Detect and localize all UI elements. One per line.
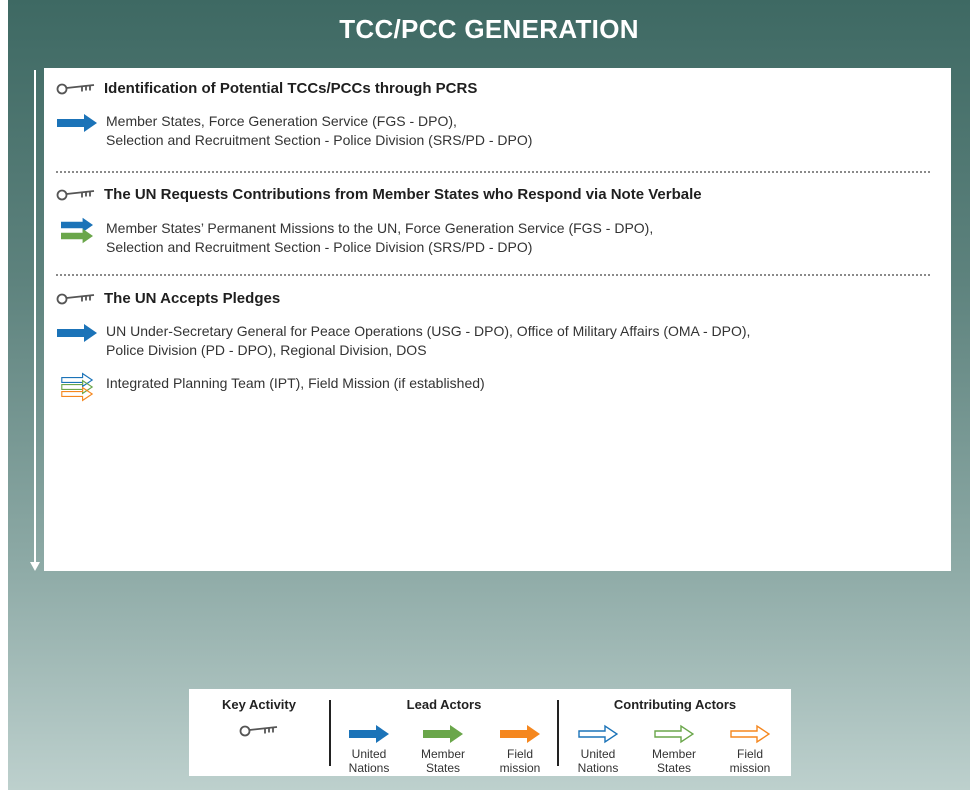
page-title: TCC/PCC GENERATION <box>339 14 639 44</box>
united-nations-contributing-arrow-icon <box>578 725 618 743</box>
legend-lead-member-states: Member States <box>410 723 476 775</box>
actor-text: Member States, Force Generation Service … <box>106 113 533 148</box>
section-divider <box>56 171 930 173</box>
actor-text: Member States’ Permanent Missions to the… <box>106 220 654 255</box>
legend: Key Activity Lead Actors United Nations M… <box>189 689 791 776</box>
section-heading: The UN Requests Contributions from Membe… <box>104 185 702 203</box>
field-mission-contributing-arrow-icon <box>730 725 770 743</box>
legend-contributing-member-states: Member States <box>641 723 707 775</box>
field-mission-lead-arrow-icon <box>500 725 540 743</box>
content-panel: Identification of Potential TCCs/PCCs th… <box>44 68 951 571</box>
section-requests: The UN Requests Contributions from Membe… <box>56 182 936 257</box>
legend-lead-field-mission: Field mission <box>487 723 553 775</box>
actor-row: UN Under-Secretary General for Peace Ope… <box>56 322 936 360</box>
key-activity-icon <box>238 723 280 737</box>
united-nations-lead-arrow-icon <box>57 324 97 342</box>
member-states-contributing-arrow-icon <box>654 725 694 743</box>
key-activity-icon <box>56 187 96 201</box>
key-activity-icon <box>56 291 96 305</box>
section-heading: The UN Accepts Pledges <box>104 289 281 307</box>
legend-lead-actors-heading: Lead Actors <box>406 697 482 712</box>
actor-text: Integrated Planning Team (IPT), Field Mi… <box>106 375 485 391</box>
section-identification: Identification of Potential TCCs/PCCs th… <box>56 76 936 150</box>
united-nations-lead-arrow-icon <box>57 114 97 132</box>
legend-contributing-actors-heading: Contributing Actors <box>613 697 737 712</box>
contributing-actors-outline-arrow-icon <box>61 372 93 402</box>
legend-lead-united-nations: United Nations <box>336 723 402 775</box>
united-nations-lead-arrow-icon <box>349 725 389 743</box>
timeline-line <box>34 70 36 565</box>
key-activity-icon <box>56 81 96 95</box>
actor-row: Integrated Planning Team (IPT), Field Mi… <box>56 372 936 402</box>
legend-contributing-united-nations: United Nations <box>565 723 631 775</box>
member-states-and-united-nations-lead-arrow-icon <box>61 217 93 244</box>
legend-key-activity-heading: Key Activity <box>222 697 296 712</box>
section-divider <box>56 274 930 276</box>
member-states-lead-arrow-icon <box>423 725 463 743</box>
actor-row: Member States’ Permanent Missions to the… <box>56 217 936 257</box>
section-pledges: The UN Accepts Pledges UN Under-Secretar… <box>56 286 936 402</box>
timeline-arrow-head <box>30 562 40 571</box>
actor-text: UN Under-Secretary General for Peace Ope… <box>106 323 751 358</box>
section-heading: Identification of Potential TCCs/PCCs th… <box>104 79 478 97</box>
actor-row: Member States, Force Generation Service … <box>56 112 936 150</box>
legend-contributing-field-mission: Field mission <box>717 723 783 775</box>
